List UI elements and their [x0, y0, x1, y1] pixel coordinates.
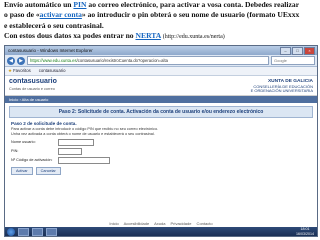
- url-path: /contasusuario/rexistroCuenta.do?operaci…: [76, 58, 168, 63]
- site-menu[interactable]: Inicio › Alta de usuario: [5, 96, 317, 103]
- address-bar: ◀ ▶ https://www.edu.xunta.es/contasusuar…: [5, 55, 317, 67]
- instructions-line-4: Con estos dous datos xa podes entrar no …: [0, 31, 320, 42]
- pin-link[interactable]: PIN: [73, 0, 86, 9]
- window-controls: – □ ×: [280, 47, 315, 55]
- line4-text: Con estos dous datos xa podes entrar no: [4, 31, 136, 41]
- activate-button[interactable]: Activar: [11, 167, 33, 175]
- url-host: https://www.edu.xunta.es: [30, 58, 77, 63]
- form-content: Paso 2 de solicitude de conta. Para acti…: [5, 118, 317, 175]
- form-text-2: Unha vez activada a conta obterá o nome …: [11, 132, 155, 136]
- step-banner: Paso 2: Solicitude de conta. Activación …: [9, 106, 313, 118]
- activar-conta-link[interactable]: activar conta: [40, 10, 82, 19]
- taskbar-folder-icon[interactable]: [32, 227, 43, 236]
- taskbar-ie-icon[interactable]: [18, 227, 29, 236]
- form-heading: Paso 2 de solicitude de conta.: [11, 121, 77, 126]
- window-titlebar: contasusuario - Windows Internet Explore…: [5, 46, 317, 55]
- window-title: contasusuario - Windows Internet Explore…: [8, 48, 93, 53]
- site-logo[interactable]: contasusuario: [9, 78, 57, 85]
- instructions-line-1: Envío automático un PIN ao correo electr…: [0, 0, 320, 10]
- instructions-line-2: o paso de «activar conta» ao introducir …: [0, 10, 320, 20]
- code-field-row: Nº Código de activación:: [11, 157, 311, 164]
- line1-text: Envío automático un: [4, 0, 74, 9]
- url-input[interactable]: https://www.edu.xunta.es/contasusuario/r…: [27, 56, 269, 65]
- clock: 18:01 16/03/2014: [296, 227, 314, 236]
- favorites-label: Favoritos: [13, 68, 31, 73]
- back-icon[interactable]: ◀: [7, 56, 15, 65]
- close-button[interactable]: ×: [304, 47, 315, 55]
- taskbar-media-icon[interactable]: [46, 227, 57, 236]
- search-input[interactable]: Google: [271, 56, 315, 65]
- line2-text-post: » ao introducir o pin obterá o seu nome …: [81, 10, 300, 20]
- code-label: Nº Código de activación:: [11, 158, 53, 162]
- clock-date: 16/03/2014: [296, 231, 314, 236]
- instructions-line-3: e establecerá o seu contrasinal.: [4, 20, 104, 30]
- user-field-row: Nome usuario:: [11, 139, 311, 146]
- code-input[interactable]: [58, 157, 110, 164]
- forward-icon[interactable]: ▶: [17, 56, 25, 65]
- maximize-button[interactable]: □: [292, 47, 303, 55]
- minimize-button[interactable]: –: [280, 47, 291, 55]
- nerta-link[interactable]: NERTA: [136, 31, 161, 40]
- pin-input[interactable]: [58, 148, 82, 155]
- user-input[interactable]: [58, 139, 94, 146]
- start-button[interactable]: [7, 227, 15, 236]
- form-actions: Activar Cancelar: [11, 167, 311, 175]
- pin-label: PIN:: [11, 149, 19, 153]
- taskbar: 18:01 16/03/2014: [5, 227, 317, 236]
- line2-text: o paso de «: [4, 10, 40, 20]
- line1-text-post: ao correo electrónico, para activar a vo…: [86, 0, 300, 9]
- instructions-text: Envío automático un PIN ao correo electr…: [0, 0, 320, 42]
- tab-contasusuario[interactable]: contasusuario: [39, 67, 66, 75]
- cancel-button[interactable]: Cancelar: [35, 167, 61, 175]
- site-logo-subtitle: Contas de usuario e correo: [9, 87, 55, 91]
- favorites-button[interactable]: ★ Favoritos: [8, 67, 31, 75]
- browser-screenshot: contasusuario - Windows Internet Explore…: [4, 45, 318, 237]
- xunta-sub2: E ORDENACIÓN UNIVERSITARIA: [250, 88, 313, 94]
- pin-field-row: PIN:: [11, 148, 311, 155]
- nerta-url: (http://edu.xunta.es/nerta): [162, 34, 225, 41]
- star-icon: ★: [8, 68, 12, 73]
- favorites-bar: ★ Favoritos contasusuario: [5, 67, 317, 76]
- site-header: contasusuario Contas de usuario e correo…: [5, 76, 317, 96]
- site-footer[interactable]: Inicio Accesibilidade Axuda Privacidade …: [5, 221, 317, 226]
- xunta-logo: XUNTA DE GALICIA CONSELLERÍA DE EDUCACIÓ…: [251, 79, 313, 94]
- user-label: Nome usuario:: [11, 140, 36, 144]
